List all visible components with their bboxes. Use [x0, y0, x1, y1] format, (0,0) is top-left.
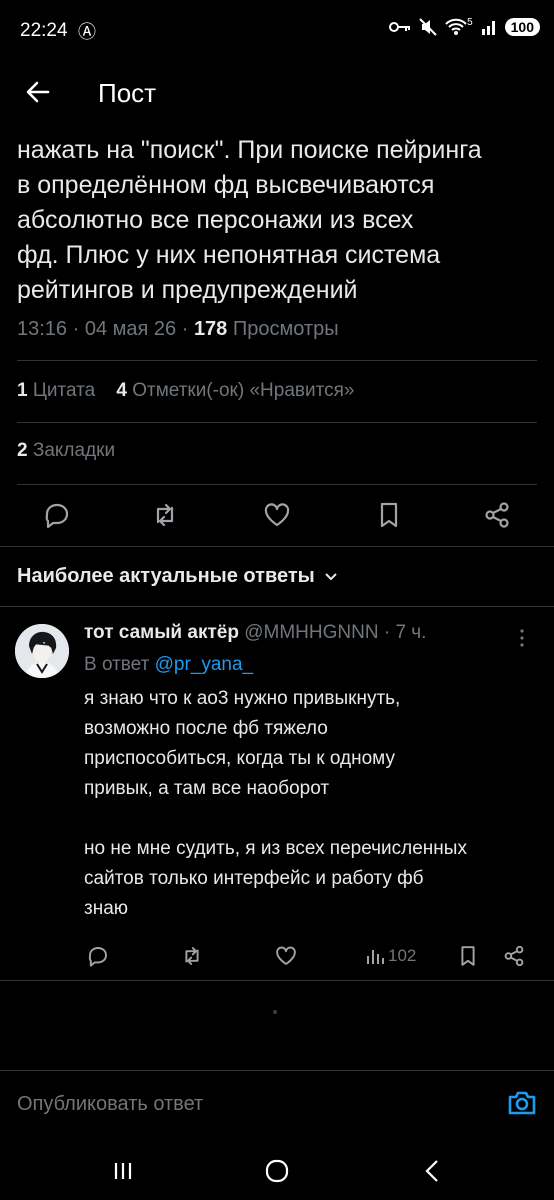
wifi-icon [445, 18, 467, 35]
reply-text-line: но не мне судить, я из всех перечисленны… [84, 838, 467, 859]
bookmarks-count: 2 [17, 440, 28, 461]
reply-views-count: 102 [388, 946, 417, 965]
views-label: Просмотры [232, 318, 339, 340]
bookmarks-label: Закладки [32, 440, 116, 461]
likes-count: 4 [116, 380, 127, 401]
post-text-line: рейтингов и предупреждений [17, 276, 358, 304]
reply-author[interactable]: тот самый актёр @MMHHGNNN · 7 ч. [84, 622, 426, 644]
status-time: 22:24 [20, 20, 68, 41]
avatar[interactable] [15, 624, 69, 678]
post-text: нажать на "поиск". При поиске пейринга в… [17, 133, 537, 308]
system-back-icon[interactable] [418, 1156, 448, 1186]
in-reply-prefix: В ответ [84, 654, 150, 675]
bookmarks-stat[interactable]: 2 Закладки [17, 440, 115, 462]
signal-icon [481, 21, 495, 35]
post-text-line: абсолютно все персонажи из всех [17, 206, 414, 234]
reply-action-bar: 102 [0, 938, 554, 974]
like-heart-icon[interactable] [274, 944, 298, 968]
replies-section-title: Наиболее актуальные ответы [17, 565, 315, 587]
reply-composer[interactable]: Опубликовать ответ [0, 1070, 554, 1137]
divider [0, 546, 554, 547]
share-icon[interactable] [502, 944, 526, 968]
author-handle: @MMHHGNNN [244, 622, 379, 643]
reply-icon[interactable] [86, 944, 110, 968]
post-meta: 13:16 · 04 мая 26 · 178 Просмотры [17, 318, 339, 340]
post-date[interactable]: 04 мая 26 [85, 318, 176, 340]
repost-icon[interactable] [150, 500, 180, 530]
back-arrow-icon[interactable] [22, 76, 54, 108]
status-bar: 22:24 Ⓐ 5 100 [0, 0, 554, 60]
reply-item[interactable]: тот самый актёр @MMHHGNNN · 7 ч. В ответ… [0, 606, 554, 986]
reply-text-line: сайтов только интерфейс и работу фб [84, 868, 424, 889]
top-app-bar: Пост [0, 62, 554, 126]
key-icon [389, 22, 411, 32]
quotes-stat[interactable]: 1 Цитата [17, 380, 95, 401]
reply-text-line: возможно после фб тяжело [84, 718, 328, 739]
divider [17, 484, 537, 485]
post-text-line: нажать на "поиск". При поиске пейринга [17, 136, 482, 164]
reply-text-line: я знаю что к ао3 нужно привыкнуть, [84, 688, 401, 709]
status-icons: 5 100 [389, 16, 540, 36]
page-title: Пост [98, 78, 157, 108]
in-reply-to: В ответ @pr_yana_ [84, 654, 253, 676]
reply-text: я знаю что к ао3 нужно привыкнуть, возмо… [84, 684, 544, 924]
wifi-standard-label: 5 [467, 16, 473, 28]
reply-input-placeholder[interactable]: Опубликовать ответ [17, 1093, 203, 1116]
anarchy-icon: Ⓐ [78, 22, 96, 42]
loading-indicator [273, 1010, 277, 1014]
separator-dot: · [383, 622, 391, 643]
share-icon[interactable] [482, 500, 512, 530]
views-count: 178 [193, 318, 228, 340]
home-icon[interactable] [262, 1156, 292, 1186]
battery-indicator: 100 [504, 18, 540, 36]
quotes-count: 1 [17, 380, 28, 401]
post-text-line: фд. Плюс у них непонятная система [17, 241, 441, 269]
camera-icon[interactable] [506, 1087, 538, 1119]
reply-age: 7 ч. [395, 622, 427, 643]
mute-icon [419, 18, 437, 36]
system-navigation-bar [0, 1140, 554, 1200]
like-heart-icon[interactable] [262, 500, 292, 530]
post-action-bar [0, 494, 554, 538]
bookmark-icon[interactable] [456, 944, 480, 968]
divider [0, 980, 554, 981]
recent-apps-icon[interactable] [108, 1156, 138, 1186]
avatar-image [15, 624, 69, 678]
reply-text-line [84, 804, 544, 834]
chevron-down-icon [325, 573, 337, 581]
engagement-stats: 1 Цитата 4 Отметки(-ок) «Нравится» [17, 380, 354, 402]
reply-text-line: приспособиться, когда ты к одному [84, 748, 395, 769]
bookmark-icon[interactable] [374, 500, 404, 530]
more-options-icon[interactable] [512, 626, 532, 650]
post-time: 13:16 [17, 318, 68, 340]
reply-text-line: привык, а там все наоборот [84, 778, 330, 799]
likes-label: Отметки(-ок) «Нравится» [132, 380, 355, 401]
post-text-line: в определённом фд высвечиваются [17, 171, 435, 199]
reply-text-line: знаю [84, 898, 129, 919]
quotes-label: Цитата [32, 380, 96, 401]
repost-icon[interactable] [180, 944, 204, 968]
reply-icon[interactable] [42, 500, 72, 530]
author-name: тот самый актёр [84, 622, 239, 643]
divider [17, 360, 537, 361]
mention-link[interactable]: @pr_yana_ [155, 654, 254, 675]
views-chart-icon[interactable] [364, 944, 388, 968]
likes-stat[interactable]: 4 Отметки(-ок) «Нравится» [116, 380, 354, 401]
divider [17, 422, 537, 423]
replies-sort-dropdown[interactable]: Наиболее актуальные ответы [17, 565, 338, 588]
